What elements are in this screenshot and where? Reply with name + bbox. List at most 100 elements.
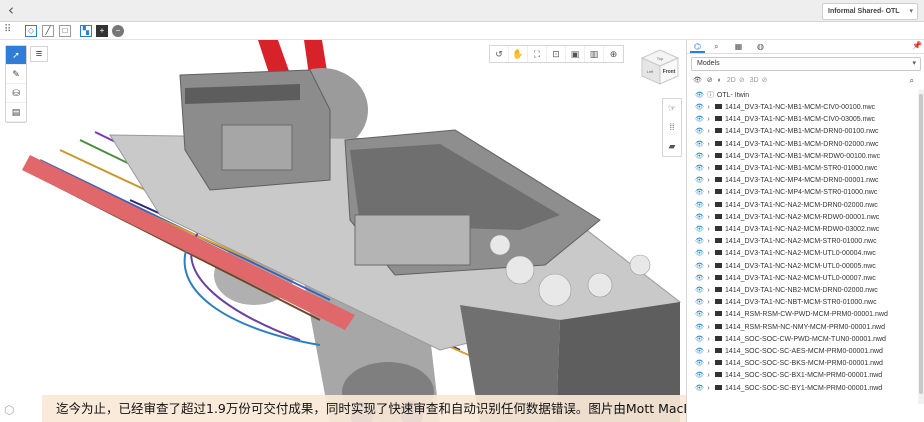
pin-tool-button[interactable]: ▚ [80,25,92,37]
tree-item[interactable]: 👁 › 1414_SOC-SOC-SC-BX1-MCM-PRM0-00001.nwd [695,370,882,382]
tree-item[interactable]: 👁 › 1414_DV3-TA1-NC-NA2-MCM-STR0-01000.nwc [695,236,877,248]
zoom-window-button[interactable]: ⊡ [547,46,566,62]
tree-item[interactable]: 👁 › 1414_DV3-TA1-NC-NA2-MCM-RDW0-00001.nwc [695,212,879,224]
chevron-right-icon[interactable]: › [704,163,713,175]
drag-handle-icon[interactable]: ⠿ [4,25,11,35]
tab-properties[interactable]: ▦ [731,41,746,53]
eye-icon[interactable]: 👁 [695,309,704,321]
layers-tool[interactable]: ▤ [6,103,26,122]
hide-all-icon[interactable]: ⊘ [707,77,713,84]
tree-item[interactable]: 👁 › 1414_DV3-TA1-NC-NA2-MCM-RDW0-03002.nwc [695,224,879,236]
eye-icon[interactable]: 👁 [695,90,704,101]
search-icon[interactable]: ⌕ [910,75,914,87]
eye-icon[interactable]: 👁 [695,151,704,163]
eye-icon[interactable]: 👁 [695,322,704,334]
eye-icon[interactable]: 👁 [695,358,704,370]
chevron-right-icon[interactable]: › [704,224,713,236]
camera-button[interactable]: ▰ [663,137,681,156]
tree-item[interactable]: 👁 › 1414_DV3-TA1-NC-NA2-MCM-DRN0-02000.nwc [695,200,878,212]
view-cube[interactable]: Top Left Front [640,48,680,86]
eye-icon[interactable]: 👁 [695,200,704,212]
eye-icon[interactable]: 👁 [695,236,704,248]
chevron-right-icon[interactable]: › [704,322,713,334]
eye-icon[interactable]: 👁 [695,102,704,114]
tree-scrollbar[interactable] [918,90,924,404]
scroll-thumb[interactable] [919,94,923,394]
tree-item[interactable]: 👁 › 1414_DV3-TA1-NC-MB1-MCM-DRN0-02000.nwc [695,139,879,151]
chevron-right-icon[interactable]: › [704,126,713,138]
chevron-right-icon[interactable]: › [704,151,713,163]
eye-icon[interactable]: 👁 [695,261,704,273]
chevron-right-icon[interactable]: › [704,370,713,382]
add-button[interactable]: + [96,25,108,37]
select-tool[interactable]: ➚ [6,46,26,65]
eye-icon[interactable]: 👁 [695,370,704,382]
chevron-right-icon[interactable]: › [704,102,713,114]
tree-item[interactable]: 👁 › 1414_DV3-TA1-NC-NA2-MCM-UTL0-00007.nwc [695,273,876,285]
main-menu-button[interactable]: ≡ [30,46,48,62]
chevron-right-icon[interactable]: › [704,273,713,285]
tree-item[interactable]: 👁 › 1414_DV3-TA1-NC-NA2-MCM-UTL0-00005.nwc [695,261,876,273]
tree-item[interactable]: 👁 › 1414_RSM-RSM-CW-PWD-MCM-PRM0-00001.nwd [695,309,888,321]
eye-icon[interactable]: 👁 [695,334,704,346]
footsteps-button[interactable]: ⁞⁞ [663,118,681,137]
pin-panel-icon[interactable]: 📌 [912,41,922,50]
back-button[interactable]: ‹ [8,2,14,18]
remove-button[interactable]: − [112,25,124,37]
eye-icon[interactable]: 👁 [695,273,704,285]
eye-icon[interactable]: 👁 [695,163,704,175]
chevron-right-icon[interactable]: › [704,200,713,212]
orbit-button[interactable]: ↺ [490,46,509,62]
measure-tool[interactable]: ✎ [6,65,26,84]
chevron-right-icon[interactable]: › [704,187,713,199]
model-scene[interactable] [0,40,686,422]
eye-icon[interactable]: 👁 [695,212,704,224]
2d-toggle-icon[interactable]: ⊘ [739,77,745,84]
eye-icon[interactable]: 👁 [695,175,704,187]
section-plane-button[interactable]: ▥ [585,46,604,62]
chevron-right-icon[interactable]: › [704,175,713,187]
zoom-button[interactable]: ⊕ [604,46,623,62]
tree-item[interactable]: 👁 › 1414_DV3-TA1-NC-MP4-MCM-STR0-01000.nwc [695,187,877,199]
section-box-button[interactable]: ▣ [566,46,585,62]
3d-toggle-icon[interactable]: ⊘ [762,77,768,84]
filter-2d-label[interactable]: 2D [727,77,736,84]
tab-search[interactable]: ⌕ [709,41,724,53]
tree-item[interactable]: 👁 › 1414_SOC-SOC-SC-AES-MCM-PRM0-00001.nwd [695,346,883,358]
line-tool-button[interactable]: ╱ [42,25,54,37]
tree-item[interactable]: 👁 › 1414_DV3-TA1-NC-MP4-MCM-DRN0-00001.nwc [695,175,879,187]
eye-icon[interactable]: 👁 [695,114,704,126]
rectangle-tool-button[interactable]: □ [59,25,71,37]
chevron-right-icon[interactable]: › [704,358,713,370]
eye-icon[interactable]: 👁 [695,187,704,199]
tree-item[interactable]: 👁 › 1414_DV3-TA1-NC-MB1-MCM-DRN0-00100.nwc [695,126,879,138]
tree-item[interactable]: 👁 › 1414_RSM-RSM-NC-NMY-MCM-PRM0-00001.nwd [695,322,885,334]
project-select[interactable]: Informal Shared- OTL ▾ [822,3,918,20]
eye-icon[interactable]: 👁 [695,297,704,309]
chevron-right-icon[interactable]: › [704,346,713,358]
chevron-right-icon[interactable]: › [704,309,713,321]
isolate-icon[interactable]: ◐ [718,77,722,84]
section-tool[interactable]: ⛁ [6,84,26,103]
tree-item[interactable]: 👁 › 1414_DV3-TA1-NC-MB1-MCM-STR0-01000.nwc [695,163,877,175]
tree-item[interactable]: 👁 › 1414_DV3-TA1-NC-MB1-MCM-CIV0-00100.nwc [695,102,875,114]
fit-view-button[interactable]: ⛶ [528,46,547,62]
chevron-right-icon[interactable]: › [704,261,713,273]
eye-icon[interactable]: 👁 [695,285,704,297]
tree-item[interactable]: 👁 › 1414_SOC-SOC-CW-PWD-MCM-TUN0-00001.nwd [695,334,886,346]
pan-button[interactable]: ✋ [509,46,528,62]
tree-root[interactable]: 👁 ⓘ OTL- Itwin [695,90,749,101]
eye-icon[interactable]: 👁 [695,346,704,358]
tree-item[interactable]: 👁 › 1414_DV3-TA1-NC-MB1-MCM-RDW0-00100.nwc [695,151,880,163]
eye-icon[interactable]: 👁 [695,126,704,138]
filter-3d-label[interactable]: 3D [750,77,759,84]
chevron-right-icon[interactable]: › [704,285,713,297]
models-select[interactable]: Models ▾ [691,57,921,71]
walk-button[interactable]: ☞ [663,99,681,118]
tab-appearance[interactable]: ◍ [753,41,768,53]
tree-item[interactable]: 👁 › 1414_SOC-SOC-SC-BY1-MCM-PRM0-00001.nwd [695,383,882,395]
chevron-right-icon[interactable]: › [704,334,713,346]
chevron-right-icon[interactable]: › [704,114,713,126]
chevron-right-icon[interactable]: › [704,383,713,395]
chevron-right-icon[interactable]: › [704,236,713,248]
